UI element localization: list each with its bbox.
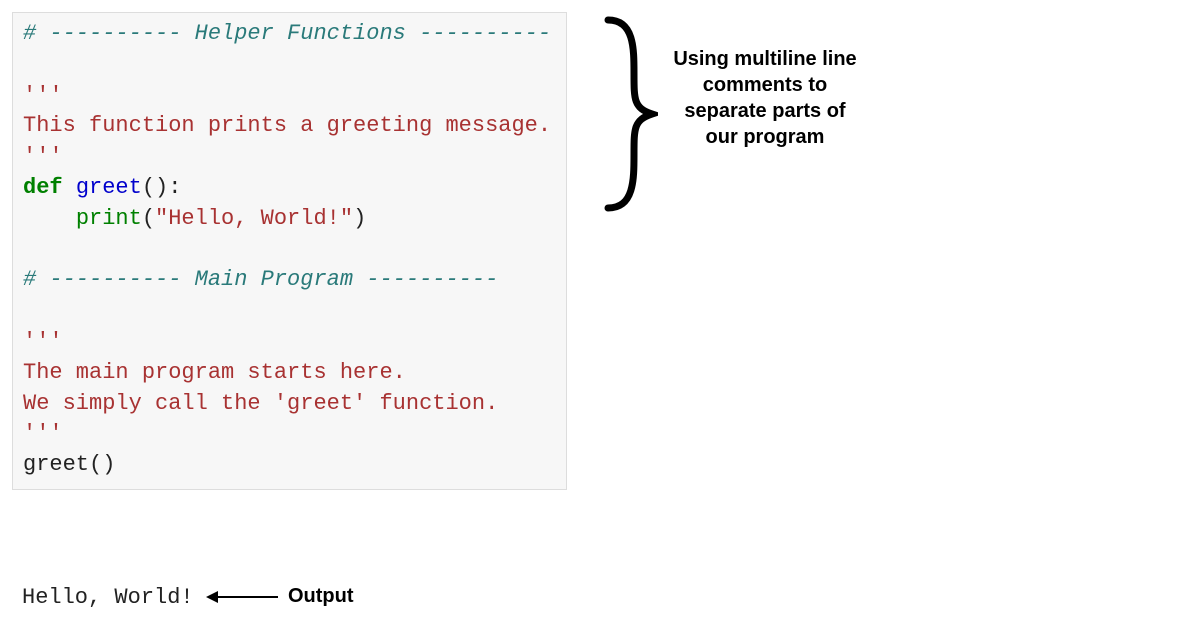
code-block: # ---------- Helper Functions ----------…	[12, 12, 567, 490]
paren-open: (	[142, 206, 155, 231]
output-text: Hello, World!	[22, 585, 194, 610]
docstring-body-2a: The main program starts here.	[23, 360, 406, 385]
arrow-left-icon	[208, 596, 278, 598]
function-name: greet	[76, 175, 142, 200]
print-arg: "Hello, World!"	[155, 206, 353, 231]
section-comment-1: # ---------- Helper Functions ----------	[23, 21, 551, 46]
docstring-open-2: '''	[23, 329, 63, 354]
def-keyword: def	[23, 175, 63, 200]
docstring-close-2: '''	[23, 421, 63, 446]
docstring-body-1: This function prints a greeting message.	[23, 113, 551, 138]
print-builtin: print	[76, 206, 142, 231]
section-comment-2: # ---------- Main Program ----------	[23, 267, 498, 292]
docstring-body-2b: We simply call the 'greet' function.	[23, 391, 498, 416]
paren-close: )	[353, 206, 366, 231]
docstring-close-1: '''	[23, 144, 63, 169]
caption-text: Using multiline line comments to separat…	[670, 46, 860, 150]
call-greet: greet()	[23, 452, 115, 477]
def-parens: ():	[142, 175, 182, 200]
docstring-open-1: '''	[23, 83, 63, 108]
indent	[23, 206, 76, 231]
curly-brace-icon	[588, 14, 658, 214]
output-label: Output	[288, 585, 354, 608]
